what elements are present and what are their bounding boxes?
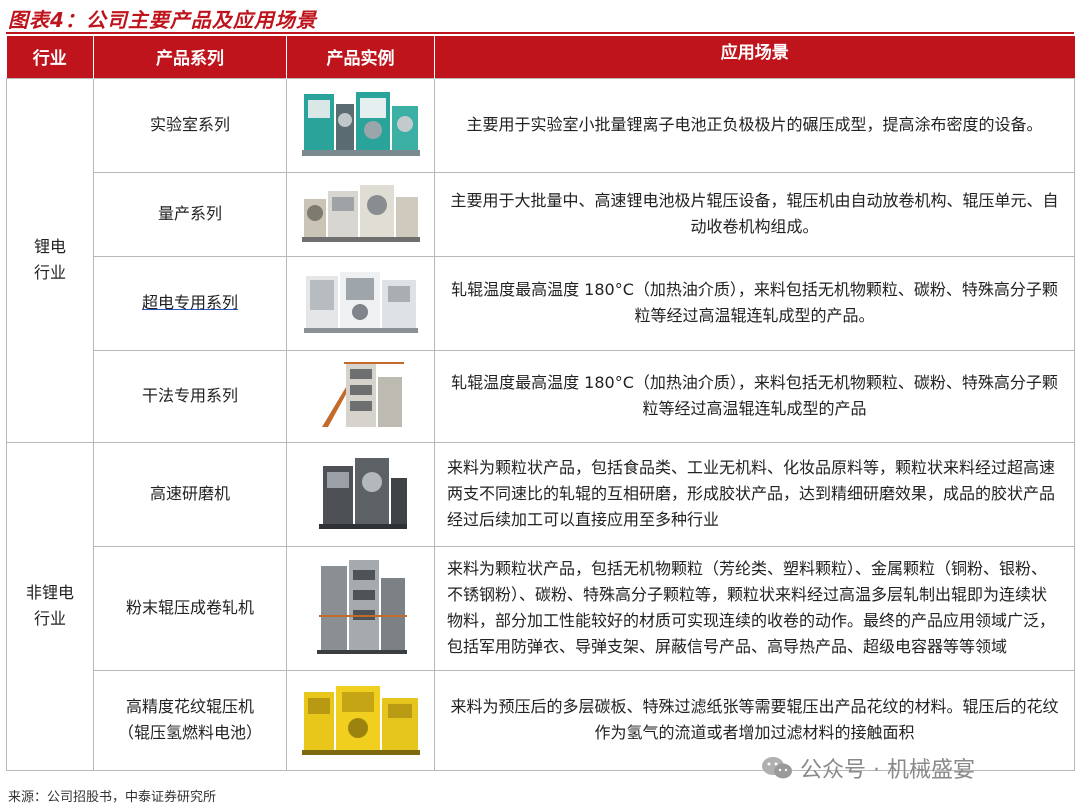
dry-process-machine-image <box>321 362 404 427</box>
table-row: 锂电 行业 实验室系列 主要用于实验室小批量锂离子电池正负极极片的碾压成型，提高… <box>6 77 1075 443</box>
table-row: 干法专用系列 轧辊温度最高温度 180°C（加热油介质），来料包括无机物颗粒、碳… <box>7 349 1075 443</box>
product-table: 行业 产品系列 产品实例 应用场景 锂电 行业 实验室系列 主要用于实验室小批量… <box>6 36 1075 771</box>
lab-machine-image <box>301 92 420 156</box>
product-image-cell <box>286 77 435 173</box>
header-example: 产品实例 <box>286 36 435 78</box>
product-image-cell <box>286 349 435 443</box>
product-image-cell <box>286 441 435 547</box>
mass-production-machine-image <box>301 185 420 242</box>
figure-title: 图表4：公司主要产品及应用场景 <box>8 8 317 32</box>
industry-cell-lithium: 锂电 行业 <box>6 77 94 443</box>
table-row: 粉末辊压成卷轧机 来料为颗粒状产品，包括无机物颗粒（芳纶类、塑料颗粒）、金属颗粒… <box>7 545 1075 671</box>
watermark-text: 公众号 · 机械盛宴 <box>800 758 975 783</box>
product-image-cell <box>286 171 435 257</box>
table-row: 非锂电 行业 高速研磨机 来料为颗粒状产品，包括食品类、工业无机料、化妆品原料等… <box>6 441 1075 771</box>
pattern-roll-machine-image <box>301 686 420 755</box>
header-row: 行业 产品系列 产品实例 应用场景 <box>6 36 1075 78</box>
series-cell: 干法专用系列 <box>93 349 287 443</box>
title-rule <box>6 32 1074 34</box>
wechat-icon <box>762 757 792 779</box>
source-note: 来源：公司招股书，中泰证券研究所 <box>8 790 217 805</box>
series-cell: 超电专用系列 <box>93 255 287 351</box>
desc-cell: 轧辊温度最高温度 180°C（加热油介质），来料包括无机物颗粒、碳粉、特殊高分子… <box>434 255 1075 351</box>
supercap-machine-image <box>303 272 418 333</box>
product-image-cell <box>286 669 435 771</box>
series-cell: 量产系列 <box>93 171 287 257</box>
industry-cell-non-lithium: 非锂电 行业 <box>6 441 94 771</box>
header-series: 产品系列 <box>93 36 287 78</box>
product-image-cell <box>286 255 435 351</box>
series-cell: 高精度花纹辊压机 （辊压氢燃料电池） <box>93 669 287 771</box>
grinder-machine-image <box>318 458 407 529</box>
desc-cell: 来料为颗粒状产品，包括无机物颗粒（芳纶类、塑料颗粒）、金属颗粒（铜粉、银粉、不锈… <box>434 545 1075 671</box>
watermark: 公众号 · 机械盛宴 <box>760 752 975 784</box>
desc-cell: 来料为颗粒状产品，包括食品类、工业无机料、化妆品原料等，颗粒状来料经过超高速两支… <box>434 441 1075 547</box>
table-row: 超电专用系列 轧辊温度最高温度 180°C（加热油介质），来料包括无机物颗粒、碳… <box>7 255 1075 351</box>
series-cell: 实验室系列 <box>93 77 287 173</box>
table-row: 量产系列 主要用于大批量中、高速锂电池极片辊压设备，辊压机由自动放卷机构、辊压单… <box>7 171 1075 257</box>
header-application: 应用场景 <box>434 36 1075 78</box>
header-industry: 行业 <box>6 36 94 78</box>
series-cell: 高速研磨机 <box>93 441 287 547</box>
series-label: 超电专用系列 <box>141 293 238 312</box>
powder-roll-machine-image <box>316 560 407 654</box>
desc-cell: 主要用于大批量中、高速锂电池极片辊压设备，辊压机由自动放卷机构、辊压单元、自动收… <box>434 171 1075 257</box>
product-image-cell <box>286 545 435 671</box>
desc-cell: 主要用于实验室小批量锂离子电池正负极极片的碾压成型，提高涂布密度的设备。 <box>434 77 1075 173</box>
desc-cell: 轧辊温度最高温度 180°C（加热油介质），来料包括无机物颗粒、碳粉、特殊高分子… <box>434 349 1075 443</box>
series-cell: 粉末辊压成卷轧机 <box>93 545 287 671</box>
desc-cell: 来料为预压后的多层碳板、特殊过滤纸张等需要辊压出产品花纹的材料。辊压后的花纹作为… <box>434 669 1075 771</box>
